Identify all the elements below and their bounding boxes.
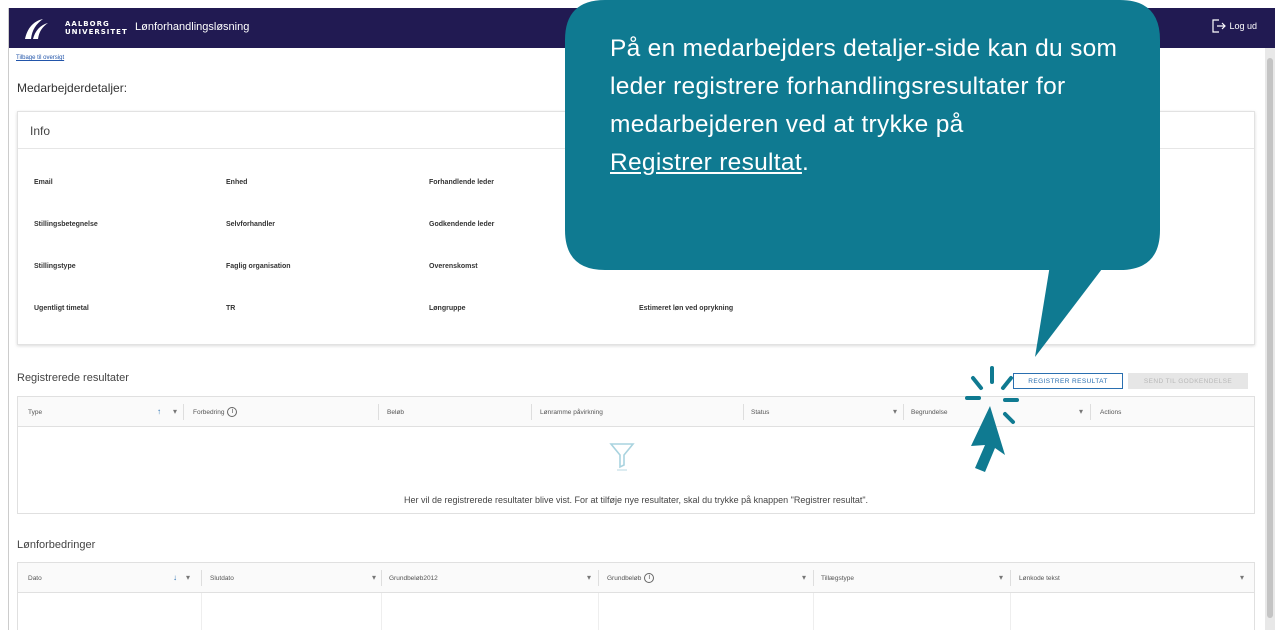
sort-down-icon[interactable]: ↓ — [173, 573, 177, 582]
filter-icon[interactable]: ▾ — [372, 573, 376, 582]
results-title: Registrerede resultater — [17, 372, 129, 384]
callout-link: Registrer resultat — [610, 149, 802, 176]
label-faglig-organisation: Faglig organisation — [226, 263, 291, 270]
column-divider[interactable] — [183, 404, 184, 420]
row-divider — [813, 593, 814, 630]
label-longruppe: Løngruppe — [429, 305, 466, 312]
filter-icon[interactable]: ▾ — [1240, 573, 1244, 582]
logo-text: AALBORG UNIVERSITET — [65, 20, 128, 36]
send-for-approval-button: SEND TIL GODKENDELSE — [1128, 373, 1248, 389]
row-divider — [381, 593, 382, 630]
column-divider[interactable] — [378, 404, 379, 420]
label-godkendende-leder: Godkendende leder — [429, 221, 495, 228]
filter-icon[interactable]: ▾ — [802, 573, 806, 582]
logout-icon — [1212, 19, 1227, 33]
filter-icon[interactable]: ▾ — [186, 573, 190, 582]
info-icon[interactable]: i — [227, 407, 238, 417]
column-divider[interactable] — [381, 570, 382, 586]
label-overenskomst: Overenskomst — [429, 263, 478, 270]
results-grid-header: Type ↑ ▾ Forbedring i Beløb Lønramme påv… — [18, 397, 1254, 427]
filter-icon[interactable]: ▾ — [999, 573, 1003, 582]
column-divider[interactable] — [903, 404, 904, 420]
filter-icon[interactable]: ▾ — [173, 407, 177, 416]
empty-filter-icon — [609, 443, 635, 471]
label-ugentligt-timetal: Ugentligt timetal — [34, 305, 89, 312]
info-icon[interactable]: i — [644, 573, 655, 583]
callout-body: På en medarbejders detaljer-side kan du … — [610, 35, 1118, 138]
col-forbedring[interactable]: Forbedring i — [193, 397, 238, 427]
row-divider — [598, 593, 599, 630]
column-divider[interactable] — [813, 570, 814, 586]
click-cursor-icon — [965, 366, 1019, 472]
label-tr: TR — [226, 305, 236, 312]
column-divider[interactable] — [1090, 404, 1091, 420]
col-actions[interactable]: Actions — [1100, 397, 1121, 427]
column-divider[interactable] — [598, 570, 599, 586]
column-divider[interactable] — [743, 404, 744, 420]
logo-line-2: UNIVERSITET — [65, 28, 128, 36]
callout-text: På en medarbejders detaljer-side kan du … — [610, 30, 1150, 182]
col-dato[interactable]: Dato — [28, 563, 42, 593]
aau-logo-icon — [25, 19, 48, 39]
label-email: Email — [34, 179, 53, 186]
label-selvforhandler: Selvforhandler — [226, 221, 276, 228]
column-divider[interactable] — [201, 570, 202, 586]
app-title: Lønforhandlingsløsning — [135, 21, 250, 33]
col-belob[interactable]: Beløb — [387, 397, 404, 427]
col-status[interactable]: Status — [751, 397, 769, 427]
logout-label: Log ud — [1229, 21, 1257, 31]
logout-button[interactable]: Log ud — [1210, 18, 1257, 34]
col-grundbelob-label: Grundbeløb — [607, 574, 642, 582]
info-card-title: Info — [30, 124, 51, 138]
scrollbar-thumb[interactable] — [1267, 58, 1273, 618]
column-divider[interactable] — [1010, 570, 1011, 586]
col-tillaegstype[interactable]: Tillægstype — [821, 563, 854, 593]
col-lonramme[interactable]: Lønramme påvirkning — [540, 397, 603, 427]
col-type[interactable]: Type — [28, 397, 42, 427]
label-estimeret-lon: Estimeret løn ved oprykning — [639, 305, 734, 312]
col-grundbelob2012[interactable]: Grundbeløb2012 — [389, 563, 438, 593]
logo-line-1: AALBORG — [65, 20, 110, 28]
label-stillingsbetegnelse: Stillingsbetegnelse — [34, 221, 98, 228]
row-divider — [1010, 593, 1011, 630]
improvements-title: Lønforbedringer — [17, 539, 96, 551]
filter-icon[interactable]: ▾ — [1079, 407, 1083, 416]
col-forbedring-label: Forbedring — [193, 408, 225, 416]
label-stillingstype: Stillingstype — [34, 263, 76, 270]
empty-results-text: Her vil de registrerede resultater blive… — [403, 495, 869, 505]
callout-tail — [1035, 265, 1105, 357]
sort-up-icon[interactable]: ↑ — [157, 407, 161, 416]
col-lonkode-tekst[interactable]: Lønkode tekst — [1019, 563, 1060, 593]
row-divider — [201, 593, 202, 630]
callout-end: . — [801, 149, 810, 176]
improvements-grid: Dato ↓ ▾ Slutdato ▾ Grundbeløb2012 ▾ Gru… — [17, 562, 1255, 630]
back-link[interactable]: Tilbage til oversigt — [16, 55, 64, 61]
filter-icon[interactable]: ▾ — [893, 407, 897, 416]
col-grundbelob[interactable]: Grundbeløb i — [607, 563, 655, 593]
col-slutdato[interactable]: Slutdato — [210, 563, 234, 593]
column-divider[interactable] — [531, 404, 532, 420]
label-enhed: Enhed — [226, 179, 248, 186]
scrollbar[interactable] — [1265, 48, 1275, 630]
filter-icon[interactable]: ▾ — [587, 573, 591, 582]
label-forhandlende-leder: Forhandlende leder — [429, 179, 494, 186]
page-title: Medarbejderdetaljer: — [17, 81, 128, 95]
improvements-grid-header: Dato ↓ ▾ Slutdato ▾ Grundbeløb2012 ▾ Gru… — [18, 563, 1254, 593]
